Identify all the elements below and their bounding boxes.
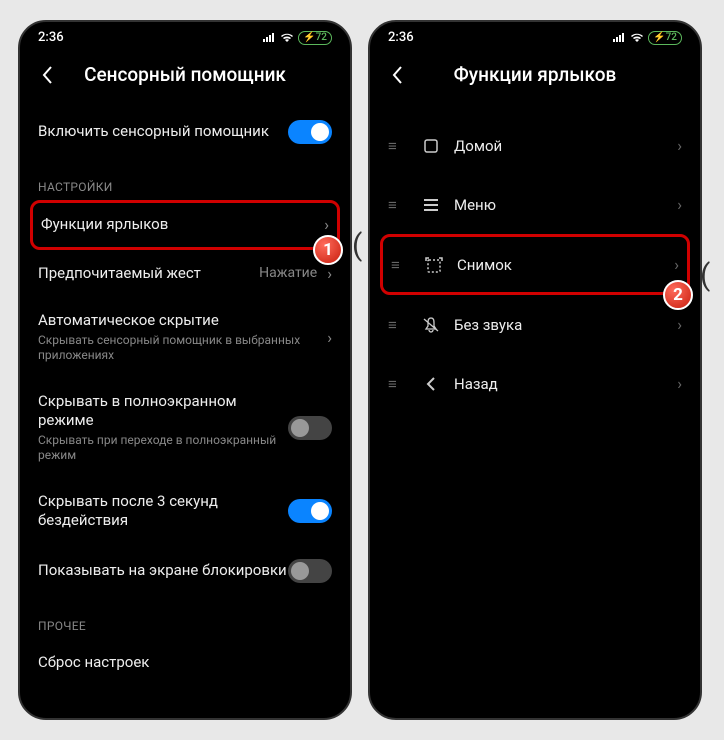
lockscreen-toggle[interactable]	[288, 559, 332, 583]
autohide-label: Автоматическое скрытие	[38, 311, 323, 331]
status-time: 2:36	[38, 30, 64, 45]
hide3s-toggle[interactable]	[288, 499, 332, 523]
drag-handle-icon[interactable]: ≡	[388, 137, 414, 155]
shortcut-label: Без звука	[448, 316, 677, 334]
chevron-icon: ›	[327, 264, 332, 283]
status-bar: 2:36 ⚡72	[370, 22, 700, 49]
drag-handle-icon[interactable]: ≡	[391, 256, 417, 274]
chevron-icon: ›	[324, 215, 329, 234]
auto-hide-row[interactable]: Автоматическое скрытие Скрывать сенсорны…	[20, 297, 350, 378]
status-bar: 2:36 ⚡72	[20, 22, 350, 49]
fullscreen-label: Скрывать в полноэкранном режиме	[38, 392, 288, 431]
back-icon[interactable]	[36, 66, 58, 84]
hide-after-3s-row[interactable]: Скрывать после 3 секунд бездействия	[20, 478, 350, 545]
shortcut-label: Снимок	[451, 256, 674, 274]
screenshot-icon	[417, 257, 451, 273]
status-icons: ⚡72	[612, 31, 682, 45]
show-on-lockscreen-row[interactable]: Показывать на экране блокировки	[20, 545, 350, 597]
lockscreen-label: Показывать на экране блокировки	[38, 561, 288, 581]
enable-label: Включить сенсорный помощник	[38, 122, 288, 142]
back-icon[interactable]	[386, 66, 408, 84]
mute-icon	[414, 317, 448, 333]
phone-right: 2:36 ⚡72 Функции ярлыков ≡ Домой › ≡	[368, 20, 702, 720]
status-time: 2:36	[388, 30, 414, 45]
chevron-icon: ›	[677, 374, 682, 393]
battery-icon: ⚡72	[298, 31, 332, 45]
fullscreen-toggle[interactable]	[288, 416, 332, 440]
hide-fullscreen-row[interactable]: Скрывать в полноэкранном режиме Скрывать…	[20, 378, 350, 478]
header: Сенсорный помощник	[20, 49, 350, 106]
chevron-icon: ›	[677, 315, 682, 334]
callout-badge-2: 2	[663, 280, 693, 310]
shortcut-functions-label: Функции ярлыков	[41, 215, 320, 235]
hide3s-label: Скрывать после 3 секунд бездействия	[38, 492, 288, 531]
enable-touch-assistant-row[interactable]: Включить сенсорный помощник	[20, 106, 350, 158]
header: Функции ярлыков	[370, 49, 700, 106]
shortcut-row-back[interactable]: ≡ Назад ›	[370, 354, 700, 413]
drag-handle-icon[interactable]: ≡	[388, 196, 414, 214]
chevron-icon: ›	[674, 255, 679, 274]
shortcut-functions-row[interactable]: Функции ярлыков › 1	[30, 200, 340, 250]
shortcut-label: Назад	[448, 375, 677, 393]
drag-handle-icon[interactable]: ≡	[388, 316, 414, 334]
reset-row[interactable]: Сброс настроек	[20, 639, 350, 677]
decorative-bracket: (	[700, 258, 710, 293]
status-icons: ⚡72	[262, 31, 332, 45]
section-settings: НАСТРОЙКИ	[20, 158, 350, 200]
drag-handle-icon[interactable]: ≡	[388, 375, 414, 393]
reset-label: Сброс настроек	[38, 653, 332, 673]
decorative-bracket: (	[352, 228, 362, 263]
preferred-gesture-row[interactable]: Предпочитаемый жест Нажатие ›	[20, 250, 350, 298]
shortcut-row-screenshot[interactable]: ≡ Снимок › 2	[380, 234, 690, 295]
home-icon	[414, 138, 448, 154]
back-icon	[414, 376, 448, 392]
menu-icon	[414, 198, 448, 212]
autohide-sub: Скрывать сенсорный помощник в выбранных …	[38, 333, 323, 364]
shortcut-row-home[interactable]: ≡ Домой ›	[370, 116, 700, 175]
chevron-icon: ›	[677, 136, 682, 155]
phone-left: 2:36 ⚡72 Сенсорный помощник Включить сен…	[18, 20, 352, 720]
battery-icon: ⚡72	[648, 31, 682, 45]
shortcut-row-mute[interactable]: ≡ Без звука ›	[370, 295, 700, 354]
fullscreen-sub: Скрывать при переходе в полноэкранный ре…	[38, 433, 288, 464]
shortcut-row-menu[interactable]: ≡ Меню ›	[370, 175, 700, 234]
gesture-value: Нажатие	[259, 265, 317, 281]
gesture-label: Предпочитаемый жест	[38, 264, 259, 284]
page-title: Функции ярлыков	[408, 63, 662, 86]
shortcut-label: Домой	[448, 137, 677, 155]
shortcut-label: Меню	[448, 196, 677, 214]
chevron-icon: ›	[327, 328, 332, 347]
page-title: Сенсорный помощник	[58, 63, 312, 86]
section-other: ПРОЧЕЕ	[20, 597, 350, 639]
chevron-icon: ›	[677, 195, 682, 214]
enable-toggle[interactable]	[288, 120, 332, 144]
